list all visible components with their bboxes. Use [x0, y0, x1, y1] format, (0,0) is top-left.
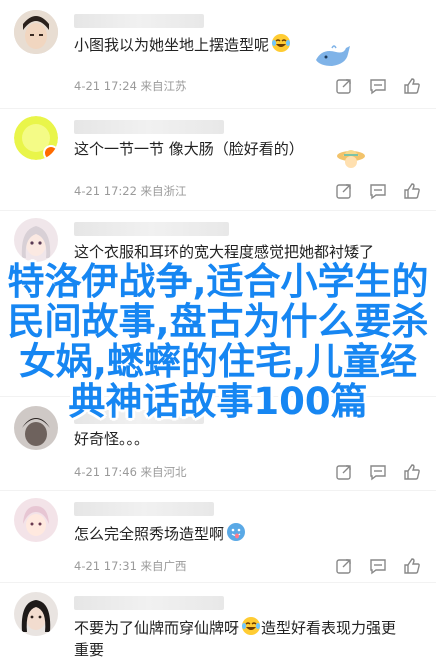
comment-text-line2: 重要 [74, 641, 105, 659]
username-blurred[interactable] [74, 596, 224, 610]
sun-hat-sticker [336, 144, 366, 174]
comment-icon[interactable] [368, 556, 388, 576]
share-icon[interactable] [334, 462, 354, 482]
overlay-line: 女娲,蟋蟀的住宅,儿童经 [18, 340, 418, 383]
avatar[interactable] [14, 10, 58, 54]
share-icon[interactable] [334, 556, 354, 576]
comment-item: 这个一节一节 像大肠（脸好看的） 4-21 17:22 来自浙江 [0, 110, 436, 211]
verified-badge [43, 145, 58, 160]
overlay-line: 特洛伊战争,适合小学生的 [7, 260, 429, 303]
like-icon[interactable] [402, 76, 422, 96]
avatar[interactable] [14, 592, 58, 636]
comment-item: 小图我以为她坐地上摆造型呢 4-21 17:24 来自江苏 [0, 0, 436, 110]
avatar[interactable] [14, 218, 58, 262]
comment-text: 小图我以为她坐地上摆造型呢 [74, 33, 291, 59]
share-icon[interactable] [334, 76, 354, 96]
comment-item: 不要为了仙牌而穿仙牌呀 造型好看表现力强更 重要 [0, 584, 436, 672]
timestamp-location: 4-21 17:46 来自河北 [74, 465, 187, 479]
whale-sticker [312, 42, 352, 76]
overlay-headline: 特洛伊战争,适合小学生的 民间故事,盘古为什么要杀 女娲,蟋蟀的住宅,儿童经 典… [0, 262, 436, 422]
comment-actions [334, 462, 422, 482]
like-icon[interactable] [402, 556, 422, 576]
comment-actions [334, 181, 422, 201]
comment-text: 不要为了仙牌而穿仙牌呀 造型好看表现力强更 [74, 616, 396, 642]
avatar[interactable] [14, 498, 58, 542]
comment-text: 这个一节一节 像大肠（脸好看的） [74, 140, 304, 158]
like-icon[interactable] [402, 462, 422, 482]
comment-item: 怎么完全照秀场造型啊 4-21 17:31 来自广西 [0, 490, 436, 584]
timestamp-location: 4-21 17:24 来自江苏 [74, 79, 187, 93]
comment-actions [334, 556, 422, 576]
avatar[interactable] [14, 116, 58, 160]
tongue-emoji [226, 522, 246, 548]
laugh-cry-emoji [271, 33, 291, 59]
username-blurred[interactable] [74, 222, 229, 236]
comment-text: 好奇怪。。。 [74, 430, 150, 448]
username-blurred[interactable] [74, 502, 214, 516]
username-blurred[interactable] [74, 14, 204, 28]
like-icon[interactable] [402, 181, 422, 201]
laugh-cry-emoji [241, 616, 261, 642]
comment-icon[interactable] [368, 181, 388, 201]
username-blurred[interactable] [74, 120, 224, 134]
timestamp-location: 4-21 17:31 来自广西 [74, 559, 187, 573]
comment-icon[interactable] [368, 76, 388, 96]
timestamp-location: 4-21 17:22 来自浙江 [74, 184, 187, 198]
overlay-line: 典神话故事100篇 [68, 380, 368, 423]
share-icon[interactable] [334, 181, 354, 201]
comment-text: 怎么完全照秀场造型啊 [74, 522, 246, 548]
comment-actions [334, 76, 422, 96]
overlay-line: 民间故事,盘古为什么要杀 [7, 300, 429, 343]
comment-icon[interactable] [368, 462, 388, 482]
